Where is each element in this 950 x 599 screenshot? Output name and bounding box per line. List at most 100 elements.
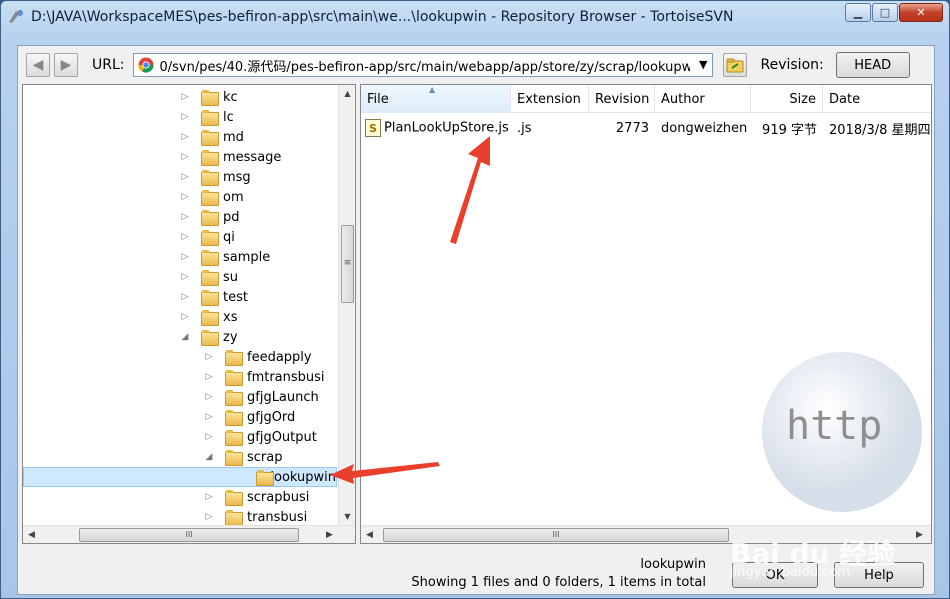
forward-button[interactable]: ▶ [54,53,78,77]
tree-item-gfjgLaunch[interactable]: ▷ gfjgLaunch [203,387,319,407]
tree-item-label: gfjgLaunch [247,389,319,405]
tree-item-om[interactable]: ▷ om [179,187,244,207]
file-name: PlanLookUpStore.js [384,120,509,136]
file-list[interactable]: File ▲ Extension Revision Author Size Da… [360,84,932,544]
tree-item-lc[interactable]: ▷ lc [179,107,234,127]
maximize-button[interactable]: □ [872,3,898,22]
expand-icon[interactable]: ▷ [179,272,191,282]
folder-icon [201,270,219,286]
column-header-file[interactable]: File ▲ [361,85,511,113]
expand-icon[interactable]: ▷ [179,132,191,142]
collapse-icon[interactable]: ◢ [179,332,191,342]
list-horizontal-scrollbar[interactable]: ◀ III ▶ [361,525,931,543]
file-row[interactable]: S PlanLookUpStore.js .js 2773 dongweizhen… [361,117,931,139]
close-button[interactable]: ✕ [899,3,943,22]
tree-item-su[interactable]: ▷ su [179,267,238,287]
column-header-size[interactable]: Size [751,85,823,113]
tree-item-label: feedapply [247,349,312,365]
tree-item-label: gfjgOutput [247,429,317,445]
scroll-left-arrow-icon[interactable]: ◀ [23,526,40,543]
tree-item-label: msg [223,169,251,185]
choose-folder-button[interactable] [722,53,747,77]
tree-item-scrap[interactable]: ◢ scrap [203,447,282,467]
folder-refresh-icon [726,58,743,73]
tree-item-gfjgOrd[interactable]: ▷ gfjgOrd [203,407,295,427]
folder-icon [201,90,219,106]
folder-icon [201,170,219,186]
expand-icon[interactable]: ▷ [179,312,191,322]
tree-item-label: sample [223,249,271,265]
tree-item-msg[interactable]: ▷ msg [179,167,251,187]
expand-icon[interactable]: ▷ [179,112,191,122]
tree-item-zy[interactable]: ◢ zy [179,327,238,347]
tree-item-kc[interactable]: ▷ kc [179,87,238,107]
tree-horizontal-scrollbar[interactable]: ◀ III ▶ [23,525,355,543]
column-header-date[interactable]: Date [823,85,931,113]
tree-item-scrapbusi[interactable]: ▷ scrapbusi [203,487,309,507]
tree-item-sample[interactable]: ▷ sample [179,247,270,267]
url-combobox[interactable]: 0/svn/pes/40.源代码/pes-befiron-app/src/mai… [132,53,713,77]
client-area: ◀ ▶ URL: 0/svn/pes/40.源代码/pes-befiron-ap… [17,45,935,595]
expand-icon[interactable]: ▷ [179,92,191,102]
scroll-left-arrow-icon[interactable]: ◀ [361,526,378,543]
collapse-icon[interactable]: ◢ [203,452,215,462]
expand-icon[interactable]: ▷ [179,212,191,222]
ok-button[interactable]: OK [732,562,818,588]
folder-icon [201,330,219,346]
folder-icon [201,310,219,326]
tree-item-md[interactable]: ▷ md [179,127,244,147]
file-date: 2018/3/8 星期四 [829,122,931,138]
tree-item-label: kc [223,89,238,105]
tree-item-fmtransbusi[interactable]: ▷ fmtransbusi [203,367,325,387]
expand-icon[interactable]: ▷ [203,372,215,382]
expand-icon[interactable]: ▷ [179,252,191,262]
file-size: 919 字节 [762,122,817,138]
expand-icon[interactable]: ▷ [179,192,191,202]
scroll-grip-icon: ≡ [343,258,352,268]
repository-browser-window: D:\JAVA\WorkspaceMES\pes-befiron-app\src… [0,0,950,599]
tree-item-xs[interactable]: ▷ xs [179,307,237,327]
column-header-revision[interactable]: Revision [589,85,655,113]
expand-icon[interactable]: ▷ [179,232,191,242]
tree-item-pd[interactable]: ▷ pd [179,207,240,227]
tortoisesvn-app-icon [9,10,23,23]
url-input[interactable]: 0/svn/pes/40.源代码/pes-befiron-app/src/mai… [160,56,690,75]
scroll-up-arrow-icon[interactable]: ▲ [339,85,355,102]
column-header-extension[interactable]: Extension [511,85,589,113]
repository-tree[interactable]: ▷ kc ▷ lc ▷ md ▷ message ▷ msg ▷ om ▷ pd ▷ qi ▷ sample ▷ su… [22,84,356,544]
tree-vertical-scrollbar[interactable]: ▲ ≡ ▼ [338,85,355,525]
tree-scroll-thumb[interactable]: ≡ [341,225,354,303]
minimize-button[interactable]: ▁ [845,3,871,22]
help-button[interactable]: Help [834,562,924,588]
expand-icon[interactable]: ▷ [203,432,215,442]
expand-icon[interactable]: ▷ [203,392,215,402]
expand-icon[interactable]: ▷ [203,512,215,522]
folder-icon [225,450,243,466]
tree-item-transbusi[interactable]: ▷ transbusi [203,507,307,527]
tree-item-label: md [223,129,244,145]
expand-icon[interactable]: ▷ [203,412,215,422]
back-button[interactable]: ◀ [26,53,50,77]
tree-item-feedapply[interactable]: ▷ feedapply [203,347,312,367]
scroll-right-arrow-icon[interactable]: ▶ [911,526,928,543]
chevron-down-icon[interactable]: ▼ [699,58,707,71]
expand-icon[interactable]: ▷ [179,292,191,302]
scroll-down-arrow-icon[interactable]: ▼ [339,508,355,525]
expand-icon[interactable]: ▷ [203,352,215,362]
scroll-right-arrow-icon[interactable]: ▶ [321,526,338,543]
tree-item-qi[interactable]: ▷ qi [179,227,235,247]
folder-icon [256,470,275,486]
revision-head-button[interactable]: HEAD [835,52,910,78]
tree-hscroll-thumb[interactable]: III [79,528,299,542]
tree-item-gfjgOutput[interactable]: ▷ gfjgOutput [203,427,317,447]
tree-item-label: qi [223,229,235,245]
tree-item-lookupwin[interactable]: lookupwin [23,467,337,487]
title-bar[interactable]: D:\JAVA\WorkspaceMES\pes-befiron-app\src… [1,1,949,33]
expand-icon[interactable]: ▷ [179,152,191,162]
list-hscroll-thumb[interactable]: III [383,528,729,542]
tree-item-message[interactable]: ▷ message [179,147,281,167]
tree-item-test[interactable]: ▷ test [179,287,248,307]
expand-icon[interactable]: ▷ [203,492,215,502]
column-header-author[interactable]: Author [655,85,751,113]
expand-icon[interactable]: ▷ [179,172,191,182]
